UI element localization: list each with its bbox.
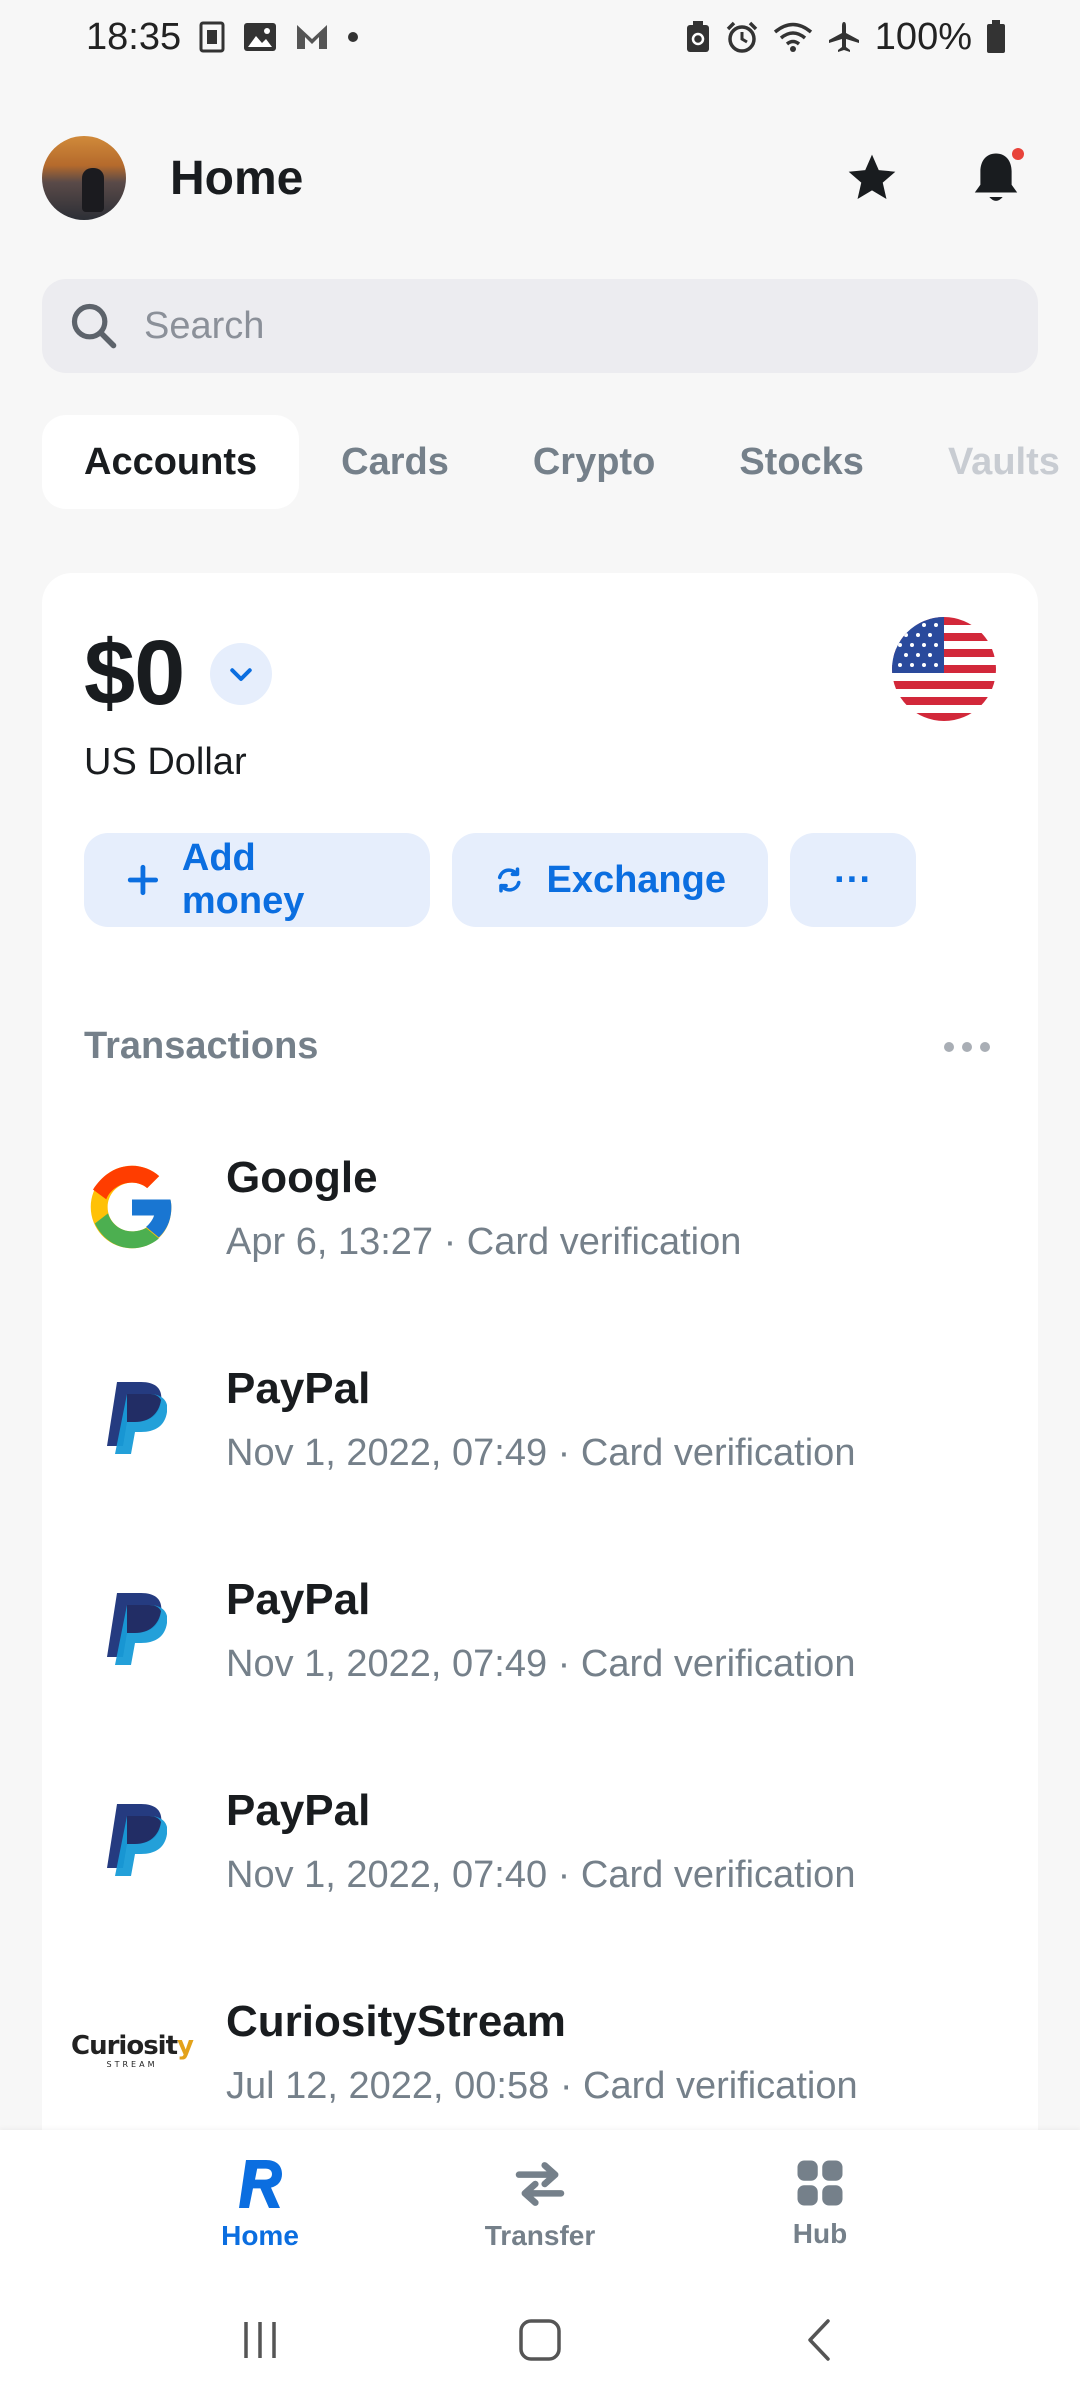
transaction-meta: Nov 1, 2022, 07:40 · Card verification — [226, 1854, 856, 1896]
nav-transfer-label: Transfer — [484, 2220, 596, 2251]
exchange-icon — [497, 867, 521, 893]
add-money-label: Add money — [181, 837, 305, 922]
mail-app-icon — [295, 23, 329, 51]
revolut-r-icon — [239, 2160, 282, 2208]
exchange-label: Exchange — [546, 858, 726, 901]
transaction-row[interactable]: PayPal Nov 1, 2022, 07:49 · Card verific… — [84, 1575, 996, 1786]
account-tabs: Accounts Cards Crypto Stocks Vaults — [42, 415, 1062, 509]
battery-percentage: 100% — [874, 15, 972, 58]
transaction-name: PayPal — [226, 1786, 371, 1835]
paypal-logo-icon — [84, 1581, 180, 1677]
transaction-row[interactable]: PayPal Nov 1, 2022, 07:49 · Card verific… — [84, 1364, 996, 1575]
search-icon — [71, 303, 117, 349]
airplane-mode-icon — [827, 20, 861, 54]
wifi-icon — [773, 21, 813, 53]
curiositystream-logo: Curiosity STREAM — [71, 2031, 194, 2069]
home-system-button[interactable] — [480, 2300, 600, 2380]
gallery-icon — [243, 22, 277, 52]
dot-icon — [347, 31, 359, 43]
transactions-title: Transactions — [84, 1025, 319, 1067]
account-actions: Add money Exchange ··· — [84, 833, 916, 927]
transaction-name: CuriosityStream — [226, 1997, 566, 2046]
transfer-arrows-icon — [515, 2162, 565, 2206]
transaction-text: PayPal Nov 1, 2022, 07:49 · Card verific… — [226, 1575, 855, 1686]
status-bar: 18:35 100% — [0, 0, 1080, 74]
notifications-button[interactable] — [954, 136, 1038, 220]
back-button[interactable] — [760, 2300, 880, 2380]
more-actions-label: ··· — [834, 858, 872, 901]
sim-icon — [199, 21, 225, 53]
tab-cards[interactable]: Cards — [299, 415, 491, 509]
account-card: $0 US Dollar Add money Exchange ··· Tran… — [42, 573, 1038, 2400]
nav-transfer[interactable]: Transfer — [460, 2156, 620, 2252]
tab-stocks[interactable]: Stocks — [697, 415, 906, 509]
account-switch-button[interactable] — [210, 642, 273, 705]
header: Home — [0, 130, 1080, 226]
plus-icon — [127, 864, 159, 896]
transaction-text: CuriosityStream Jul 12, 2022, 00:58 · Ca… — [226, 1997, 858, 2108]
transaction-meta: Nov 1, 2022, 07:49 · Card verification — [226, 1643, 856, 1685]
notification-dot — [1012, 148, 1024, 160]
paypal-logo-icon — [84, 1792, 180, 1888]
hub-grid-icon — [797, 2160, 843, 2206]
transaction-row[interactable]: Google Apr 6, 13:27 · Card verification — [84, 1153, 996, 1364]
nav-home[interactable]: Home — [180, 2156, 340, 2252]
page-title: Home — [170, 151, 304, 205]
status-right: 100% — [685, 16, 1006, 59]
recent-apps-button[interactable] — [200, 2300, 320, 2380]
tab-crypto[interactable]: Crypto — [491, 415, 697, 509]
chevron-down-icon — [230, 667, 253, 681]
search-bar[interactable] — [42, 279, 1038, 373]
add-money-button[interactable]: Add money — [84, 833, 430, 927]
transaction-meta: Jul 12, 2022, 00:58 · Card verification — [226, 2065, 858, 2107]
currency-name: US Dollar — [84, 741, 247, 783]
bottom-nav: Home Transfer Hub — [0, 2130, 1080, 2280]
nav-hub[interactable]: Hub — [740, 2156, 900, 2250]
us-flag-icon — [892, 617, 996, 721]
exchange-button[interactable]: Exchange — [452, 833, 768, 927]
recent-apps-icon — [244, 2322, 276, 2358]
favorites-button[interactable] — [830, 136, 914, 220]
system-nav-bar — [0, 2280, 1080, 2400]
avatar[interactable] — [42, 136, 126, 220]
transactions-list: Google Apr 6, 13:27 · Card verification … — [71, 1153, 996, 2208]
search-input[interactable] — [144, 304, 1004, 348]
balance-row: $0 — [84, 621, 273, 726]
transactions-more-icon[interactable] — [944, 1041, 996, 1052]
alarm-icon — [725, 20, 759, 54]
nav-home-label: Home — [221, 2220, 299, 2251]
transactions-header: Transactions — [84, 1025, 996, 1068]
transaction-name: PayPal — [226, 1575, 371, 1624]
transaction-meta: Apr 6, 13:27 · Card verification — [226, 1221, 742, 1263]
status-left: 18:35 — [86, 16, 359, 59]
curiositystream-logo-icon: Curiosity STREAM — [71, 2003, 194, 2099]
transaction-name: PayPal — [226, 1364, 371, 1413]
balance-amount: $0 — [84, 622, 185, 724]
transaction-text: PayPal Nov 1, 2022, 07:49 · Card verific… — [226, 1364, 855, 1475]
transaction-name: Google — [226, 1153, 378, 1202]
paypal-logo-icon — [84, 1370, 180, 1466]
transaction-meta: Nov 1, 2022, 07:49 · Card verification — [226, 1432, 856, 1474]
battery-saver-icon — [685, 20, 711, 54]
transaction-text: PayPal Nov 1, 2022, 07:40 · Card verific… — [226, 1786, 855, 1897]
tab-vaults[interactable]: Vaults — [906, 415, 1062, 509]
screen: 18:35 100% Home Search Accounts Cards Cr… — [0, 0, 1080, 2400]
tab-accounts[interactable]: Accounts — [42, 415, 300, 509]
google-logo-icon — [84, 1159, 180, 1255]
more-actions-button[interactable]: ··· — [790, 833, 916, 927]
home-square-icon — [519, 2319, 561, 2361]
status-time: 18:35 — [86, 15, 182, 58]
battery-icon — [986, 20, 1006, 54]
transaction-text: Google Apr 6, 13:27 · Card verification — [226, 1153, 741, 1264]
star-icon — [848, 154, 896, 199]
nav-hub-label: Hub — [792, 2218, 848, 2249]
back-chevron-icon — [808, 2319, 830, 2361]
transaction-row[interactable]: PayPal Nov 1, 2022, 07:40 · Card verific… — [84, 1786, 996, 1997]
